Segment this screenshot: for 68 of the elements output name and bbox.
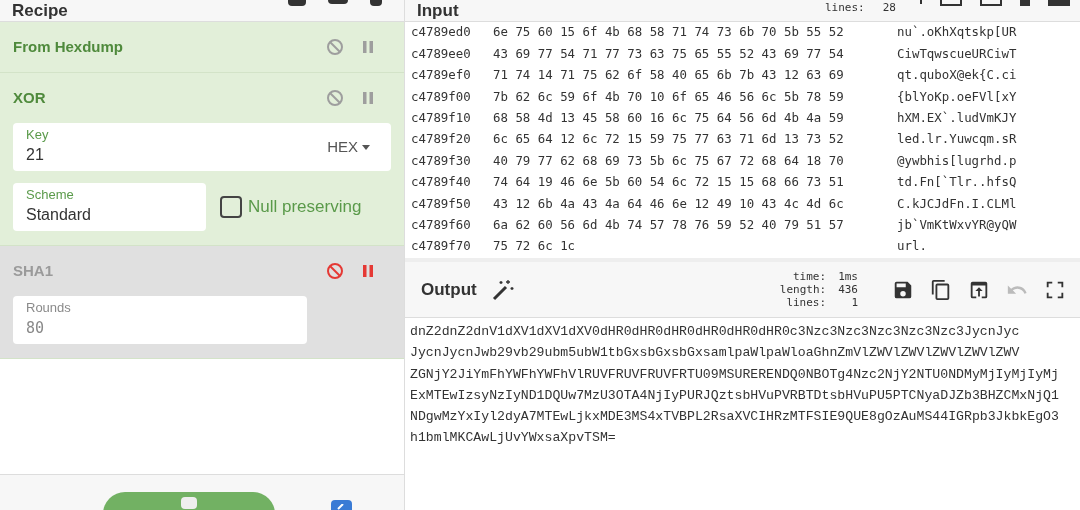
hex-offset: c4789f30 (411, 151, 472, 170)
ascii-text: C.kJCJdFn.I.CLMl (897, 194, 1017, 213)
copy-icon[interactable] (930, 278, 952, 301)
hex-bytes: 7b 62 6c 59 6f 4b 70 10 6f 65 46 56 6c 5b 78 59 (493, 87, 845, 106)
hex-bytes: 71 74 14 71 75 62 6f 58 40 65 6b 7b 43 12 63 69 (493, 66, 845, 85)
hex-bytes: 74 64 19 46 6e 5b 60 54 6c 72 15 15 68 66 73 51 (493, 173, 845, 192)
hex-bytes: 6e 75 60 15 6f 4b 68 58 71 74 73 6b 70 5b 55 52 (493, 23, 845, 42)
output-line: dnZ2dnZ2dnV1dXV1dXV1dXV0dHR0dHR0dHR0dHR0dHR0dHR0c3Nzc3Nzc3Nzc3Nzc3Nzc3JycnJyc (410, 323, 1020, 341)
hex-bytes: 75 72 6c 1c (493, 237, 577, 256)
field-value: 80 (26, 318, 46, 339)
ascii-text: led.lr.Yuwcqm.sR (897, 130, 1017, 149)
operation-name: SHA1 (13, 260, 53, 281)
hex-offset: c4789ef0 (411, 66, 472, 85)
stat-value: 436 (838, 283, 858, 296)
ascii-text: td.Fn[`Tlr..hfsQ (897, 173, 1017, 192)
stat-value: 28 (882, 1, 896, 14)
output-line: NDgwMzYxIyl2dyA7MTEwLjkxMDE3MS4xTVBPL2RsaXVCIHRzMTFSIE9QUE8gOzAuMS44IGRpb3JkbkEgO3 (410, 408, 1059, 427)
ascii-text: jb`VmKtWxvYR@yQW (897, 215, 1017, 234)
output-line: ZGNjY2JiYmFhYWFhYWFhVlRUVFRUVFRUVFRTU09MSURERENDQ0NBOTg4Nzc2NjY2NTU0NDMyMjIyMjIyMj (410, 365, 1059, 384)
field-label: Scheme (26, 187, 75, 203)
field-value: 21 (26, 145, 45, 165)
hex-offset: c4789f40 (411, 173, 472, 192)
magic-wand-icon[interactable] (490, 277, 515, 302)
output-line: ExMTEwIzsyNzIyND1DQUw7MzU3OTA4NjIyPURJQztsbHVuPVRBTDtsbHVuPU5PTCNyaDJZb3BHZCMxNjQ1 (410, 386, 1059, 405)
ascii-text: @ywbhis[lugrhd.p (897, 151, 1017, 170)
stat-label: length: (779, 283, 827, 296)
hex-bytes: 68 58 4d 13 45 58 60 16 6c 75 64 56 6d 4b 4a 59 (493, 108, 845, 127)
hex-offset: c4789ee0 (411, 44, 472, 63)
ascii-text: CiwTqwscueURCiwT (897, 44, 1017, 63)
encoding-dropdown[interactable]: HEX (327, 135, 378, 159)
stat-label: lines: (825, 1, 865, 14)
ascii-text: hXM.EX`.ludVmKJY (897, 108, 1017, 127)
ascii-text: {blYoKp.oeFVl[xY (897, 87, 1017, 106)
ascii-text: url. (897, 237, 927, 256)
hex-bytes: 43 69 77 54 71 77 73 63 75 65 55 52 43 69 77 54 (493, 44, 845, 63)
panel-title: Input (417, 0, 459, 21)
hex-offset: c4789f10 (411, 108, 472, 127)
ascii-text: nu`.oKhXqtskp[UR (897, 23, 1017, 42)
hex-bytes: 40 79 77 62 68 69 73 5b 6c 75 67 72 68 64 18 70 (493, 151, 845, 170)
checkbox[interactable] (220, 196, 242, 218)
hex-bytes: 6a 62 60 56 6d 4b 74 57 78 76 59 52 40 79 51 57 (493, 215, 845, 234)
stat-label: lines: (785, 296, 827, 309)
text-field[interactable]: Scheme Standard (13, 183, 206, 231)
stat-value: 1 (850, 296, 858, 309)
output-line: h1bmlMKCAwLjUvYWxsaXpvTSM= (410, 429, 616, 448)
field-label: Key (26, 127, 49, 143)
stat-label: time: (792, 270, 827, 283)
operation-name: XOR (13, 87, 46, 108)
field-label: Rounds (26, 300, 71, 316)
operation-name: From Hexdump (13, 36, 123, 57)
caret-icon (362, 144, 370, 150)
panel-title: Recipe (12, 0, 68, 21)
hex-offset: c4789f60 (411, 215, 472, 234)
field-value: Standard (26, 205, 91, 225)
hex-bytes: 43 12 6b 4a 43 4a 64 46 6e 12 49 10 43 4c 4d 6c (493, 194, 845, 213)
checkbox-label: Null preserving (248, 196, 362, 219)
hex-offset: c4789f00 (411, 87, 472, 106)
hex-offset: c4789ed0 (411, 23, 472, 42)
hex-bytes: 6c 65 64 12 6c 72 15 59 75 77 63 71 6d 13 73 52 (493, 130, 845, 149)
panel-title: Output (421, 278, 477, 301)
ascii-text: qt.quboX@ek{C.ci (897, 66, 1017, 85)
hex-offset: c4789f70 (411, 237, 472, 256)
stat-value: 1ms (838, 270, 858, 283)
text-field[interactable]: Key 21 HEX (13, 123, 391, 171)
check-icon (337, 504, 345, 510)
hex-offset: c4789f50 (411, 194, 472, 213)
output-line: JycnJycnJwb29vb29ubm5ubW1tbGxsbGxsbGxsamlpaWlpaWloaGhnZmVlZWVlZWVlZWVlZWVlZWV (410, 344, 1020, 363)
hex-offset: c4789f20 (411, 130, 472, 149)
